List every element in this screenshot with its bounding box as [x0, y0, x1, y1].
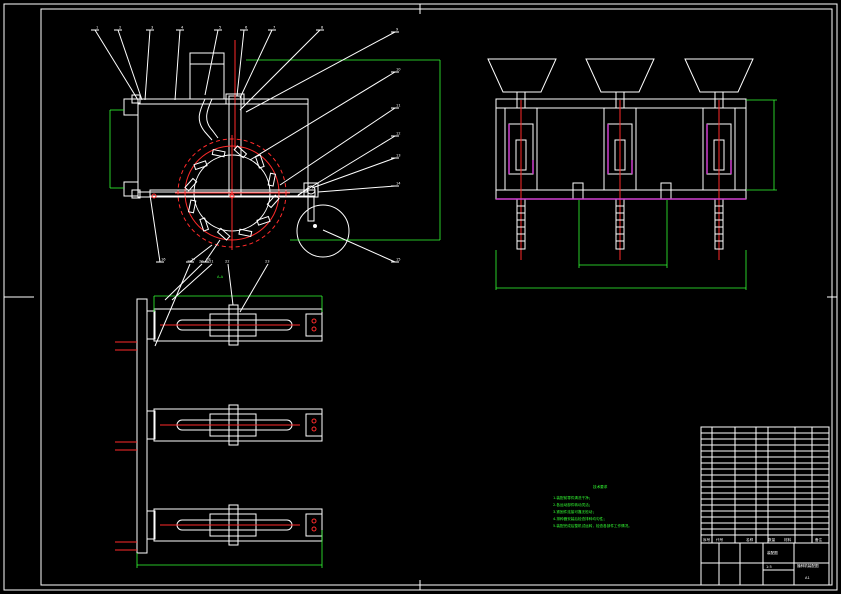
- plan-view-leaders: 19 20 21 22 23: [154, 260, 270, 347]
- balloon-number: 23: [265, 260, 270, 264]
- leader-line: [322, 229, 396, 263]
- balloon-number: 22: [225, 260, 230, 264]
- bom-header-code: 代号: [716, 537, 724, 542]
- bom-header-no: 序号: [703, 537, 711, 542]
- tech-req-line-1: 1.装配前零件清洗干净；: [553, 495, 592, 500]
- plan-bolt: [311, 326, 317, 332]
- title-block: 序号 代号 名称 数量 材料 备注 装配图 播种机装配图 1:5 A1: [700, 426, 830, 586]
- plan-end-block: [305, 313, 323, 337]
- leader-line: [297, 135, 396, 196]
- balloon-number: 7: [273, 26, 275, 30]
- tech-req-line-3: 3.紧固件连接可靠无松动；: [553, 509, 596, 514]
- leader-line: [94, 29, 139, 101]
- plan-bolt: [311, 318, 317, 324]
- balloon-number: 21: [209, 260, 214, 264]
- balloon-number: 8: [321, 26, 324, 30]
- plan-end-block: [305, 513, 323, 537]
- plan-bolt: [311, 418, 317, 424]
- balloon-number: 9: [396, 28, 399, 32]
- leader-line: [174, 29, 181, 101]
- leader-line: [245, 31, 396, 113]
- cad-drawing: 1 2 3 4 5 6 7 8 910111213141516 17 18 19…: [3, 3, 838, 591]
- leader-line: [239, 29, 321, 111]
- plan-end-block: [305, 413, 323, 437]
- leader-line: [164, 263, 203, 301]
- balloon-number: 20: [199, 260, 204, 264]
- leader-line: [239, 29, 273, 99]
- leader-line: [154, 263, 191, 347]
- balloon-number: 13: [396, 154, 401, 158]
- plan-view: [115, 295, 323, 568]
- tech-requirements-title: 技术要求: [593, 484, 608, 489]
- leader-line: [239, 263, 269, 313]
- section-label: A-A: [217, 275, 224, 279]
- bom-header-material: 材料: [784, 537, 792, 542]
- balloon-number: 15: [396, 258, 401, 262]
- plan-bolt: [311, 426, 317, 432]
- drawing-name: 播种机装配图: [797, 563, 819, 568]
- leader-line: [317, 185, 396, 193]
- bearing-block: [572, 182, 584, 200]
- balloon-number: 2: [119, 26, 121, 30]
- balloon-number: 1: [96, 26, 98, 30]
- leader-line: [249, 71, 396, 161]
- leader-line: [236, 29, 245, 97]
- leader-line: [149, 194, 161, 263]
- leader-line: [227, 263, 234, 306]
- bom-header-name: 名称: [746, 537, 754, 542]
- balloon-number: 12: [396, 132, 401, 136]
- balloon-number: 11: [396, 104, 401, 108]
- balloon-number: 10: [396, 68, 401, 72]
- front-view: [109, 40, 441, 258]
- side-view: [487, 58, 777, 290]
- bearing-block: [660, 182, 672, 200]
- balloon-number: 3: [151, 26, 153, 30]
- balloon-number: 17: [191, 258, 196, 262]
- metering-units: [504, 91, 736, 260]
- tech-req-line-2: 2.各运动部件转动灵活；: [553, 502, 592, 507]
- leader-line: [311, 157, 396, 189]
- leader-line: [117, 29, 143, 101]
- balloon-number: 16: [161, 258, 166, 262]
- title-stamp: 装配图: [767, 550, 778, 555]
- drawing-scale: 1:5: [766, 565, 772, 569]
- balloon-number: 5: [219, 26, 221, 30]
- balloon-number: 4: [181, 26, 184, 30]
- balloon-number: 6: [245, 26, 248, 30]
- plan-bolt: [311, 526, 317, 532]
- bom-header-remark: 备注: [815, 537, 823, 542]
- drawing-sheet: A1: [805, 576, 810, 580]
- plan-bolt: [311, 518, 317, 524]
- leader-line: [171, 263, 213, 301]
- leader-line: [144, 29, 151, 101]
- balloon-number: 19: [187, 260, 192, 264]
- tech-req-line-4: 4.排种器安装后检查排种均匀性；: [553, 516, 607, 521]
- tech-requirements: 技术要求 1.装配前零件清洗干净； 2.各运动部件转动灵活； 3.紧固件连接可靠…: [553, 484, 632, 528]
- bom-header-qty: 数量: [768, 537, 776, 542]
- balloon-number: 14: [396, 182, 401, 186]
- leader-line: [204, 29, 219, 96]
- tech-req-line-5: 5.装配完成后整机试运转，检查各部件工作情况。: [553, 523, 632, 528]
